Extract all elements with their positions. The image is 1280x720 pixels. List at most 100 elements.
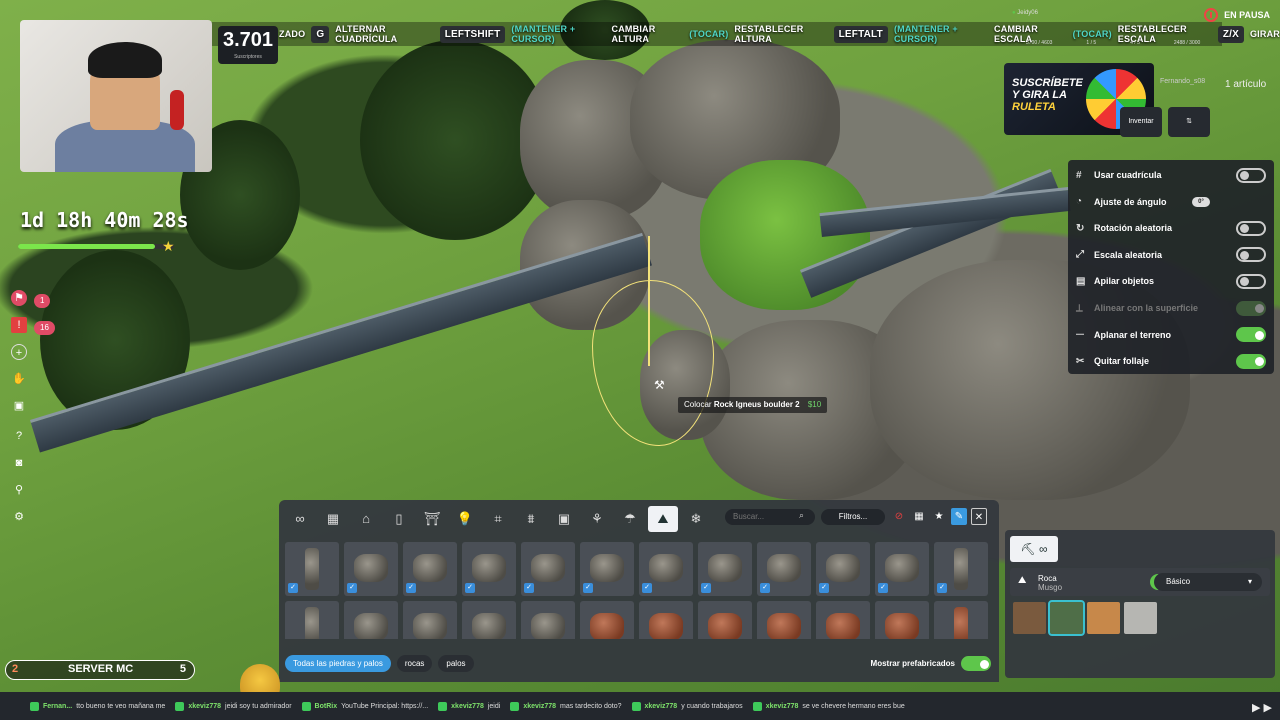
angle-value[interactable]: 0° (1192, 196, 1210, 207)
material-tab[interactable]: ⛏ ∞ (1010, 536, 1058, 562)
play-icon[interactable]: ▶ ▶ (1252, 701, 1272, 714)
prefab-toggle[interactable] (961, 656, 991, 671)
chat-message: xkeviz778 se ve chevere hermano eres bue (752, 701, 905, 711)
object-thumbnail[interactable] (285, 601, 339, 639)
top-user-name: Jeidy06 (1017, 10, 1038, 16)
material-swatch[interactable] (1048, 600, 1085, 636)
builder-tab-10[interactable]: ☂ (615, 506, 645, 532)
object-thumbnail[interactable] (934, 601, 988, 639)
setting-label: Aplanar el terreno (1094, 329, 1172, 340)
object-thumbnail[interactable] (462, 601, 516, 639)
save-icon[interactable]: ▣ (11, 398, 27, 414)
object-thumbnail[interactable] (403, 601, 457, 639)
grid-view-icon[interactable]: ▦ (911, 508, 927, 525)
builder-tab-5[interactable]: 💡 (450, 506, 480, 532)
hand-icon[interactable]: ✋ (11, 371, 27, 387)
close-icon[interactable]: ✕ (971, 508, 987, 525)
category-chip[interactable]: Todas las piedras y palos (285, 655, 391, 672)
swap-button[interactable]: ⇅ (1168, 107, 1210, 137)
object-preview (590, 554, 624, 582)
object-thumbnail[interactable] (757, 601, 811, 639)
plus-icon[interactable]: + (11, 344, 27, 360)
builder-tab-11[interactable]: ⛰ (648, 506, 678, 532)
setting-label: Usar cuadrícula (1094, 170, 1162, 180)
pin-icon[interactable]: ✎ (951, 508, 967, 525)
object-thumbnail[interactable]: ✓ (757, 542, 811, 596)
setting-toggle[interactable] (1236, 273, 1266, 289)
camera-icon[interactable]: ◙ (11, 455, 27, 471)
setting-toggle[interactable] (1236, 220, 1266, 236)
server-bar: 2 SERVER MC 5 (5, 660, 195, 680)
setting-row: # Usar cuadrícula (1076, 164, 1266, 186)
server-right-num: 5 (179, 663, 186, 675)
hint-shift-reset: RESTABLECER ALTURA (734, 24, 804, 44)
microphone (170, 90, 184, 130)
setting-toggle[interactable] (1236, 327, 1266, 343)
favorite-icon[interactable]: ★ (931, 508, 947, 525)
builder-tab-1[interactable]: ▦ (318, 506, 348, 532)
tool-buttons: Inventar ⇅ (1072, 107, 1210, 137)
builder-tab-6[interactable]: ⌗ (483, 506, 513, 532)
category-chip[interactable]: palos (438, 655, 474, 672)
object-thumbnail[interactable] (521, 601, 575, 639)
builder-tab-0[interactable]: ∞ (285, 506, 315, 532)
setting-icon: ↻ (1076, 222, 1085, 234)
chat-text: tto bueno te veo mañana me (76, 702, 166, 710)
material-swatch[interactable] (1124, 602, 1157, 634)
object-thumbnail[interactable]: ✓ (816, 542, 870, 596)
object-thumbnail[interactable]: ✓ (344, 542, 398, 596)
chat-user: BotRix (314, 702, 338, 710)
inventory-button[interactable]: Inventar (1120, 107, 1162, 137)
filter-button[interactable]: Filtros... (821, 509, 885, 525)
object-thumbnail[interactable]: ✓ (639, 542, 693, 596)
object-thumbnail[interactable]: ✓ (521, 542, 575, 596)
setting-row: ✂ Quitar follaje (1076, 350, 1266, 372)
builder-tab-4[interactable]: ⛩ (417, 506, 447, 532)
gear-icon[interactable]: ⚙ (11, 509, 27, 525)
chat-user: xkeviz778 (523, 702, 557, 710)
object-thumbnail[interactable]: ✓ (285, 542, 339, 596)
chat-text: YouTube Principal: https://... (341, 702, 429, 710)
builder-tab-2[interactable]: ⌂ (351, 506, 381, 532)
chat-text: jeidi soy tu admirador (225, 702, 292, 710)
no-entry-icon[interactable]: ⊘ (891, 508, 907, 525)
object-thumbnail[interactable]: ✓ (698, 542, 752, 596)
builder-tab-7[interactable]: ⩩ (516, 506, 546, 532)
object-thumbnail[interactable] (344, 601, 398, 639)
object-thumbnail[interactable] (875, 601, 929, 639)
setting-toggle[interactable] (1236, 167, 1266, 183)
object-thumbnail[interactable]: ✓ (403, 542, 457, 596)
object-thumbnail[interactable] (698, 601, 752, 639)
help-icon[interactable]: ? (11, 428, 27, 444)
object-thumbnail[interactable] (580, 601, 634, 639)
category-chip[interactable]: rocas (396, 655, 433, 672)
setting-toggle[interactable] (1236, 353, 1266, 369)
placement-action: Colocar (684, 400, 712, 409)
object-thumbnail[interactable] (816, 601, 870, 639)
people-icon[interactable]: ⚑ (11, 290, 27, 306)
builder-tab-12[interactable]: ❄ (681, 506, 711, 532)
material-dropdown[interactable]: Básico ▾ (1154, 573, 1262, 591)
builder-tab-9[interactable]: ⚘ (582, 506, 612, 532)
chat-user: xkeviz778 (644, 702, 678, 710)
builder-tab-3[interactable]: ▯ (384, 506, 414, 532)
builder-tab-8[interactable]: ▣ (549, 506, 579, 532)
tool-icon[interactable]: ⚲ (11, 482, 27, 498)
hint-shift-action: CAMBIAR ALTURA (611, 24, 656, 44)
chat-message: xkeviz778 jeidi (438, 701, 500, 711)
object-thumbnail[interactable]: ✓ (462, 542, 516, 596)
object-thumbnail[interactable]: ✓ (875, 542, 929, 596)
object-thumbnail[interactable] (639, 601, 693, 639)
hint-shift-tap: (TOCAR) (689, 29, 729, 39)
setting-toggle[interactable] (1236, 247, 1266, 263)
prefab-toggle-row: Mostrar prefabricados (871, 656, 991, 671)
pause-indicator[interactable]: EN PAUSA (1204, 8, 1270, 22)
object-thumbnail[interactable]: ✓ (934, 542, 988, 596)
material-swatch[interactable] (1087, 602, 1120, 634)
object-thumbnail[interactable]: ✓ (580, 542, 634, 596)
material-swatch[interactable] (1013, 602, 1046, 634)
alert-icon[interactable]: ! (11, 317, 27, 333)
object-preview (885, 613, 919, 639)
object-preview (826, 613, 860, 639)
timer-star-icon: ★ (162, 238, 175, 254)
